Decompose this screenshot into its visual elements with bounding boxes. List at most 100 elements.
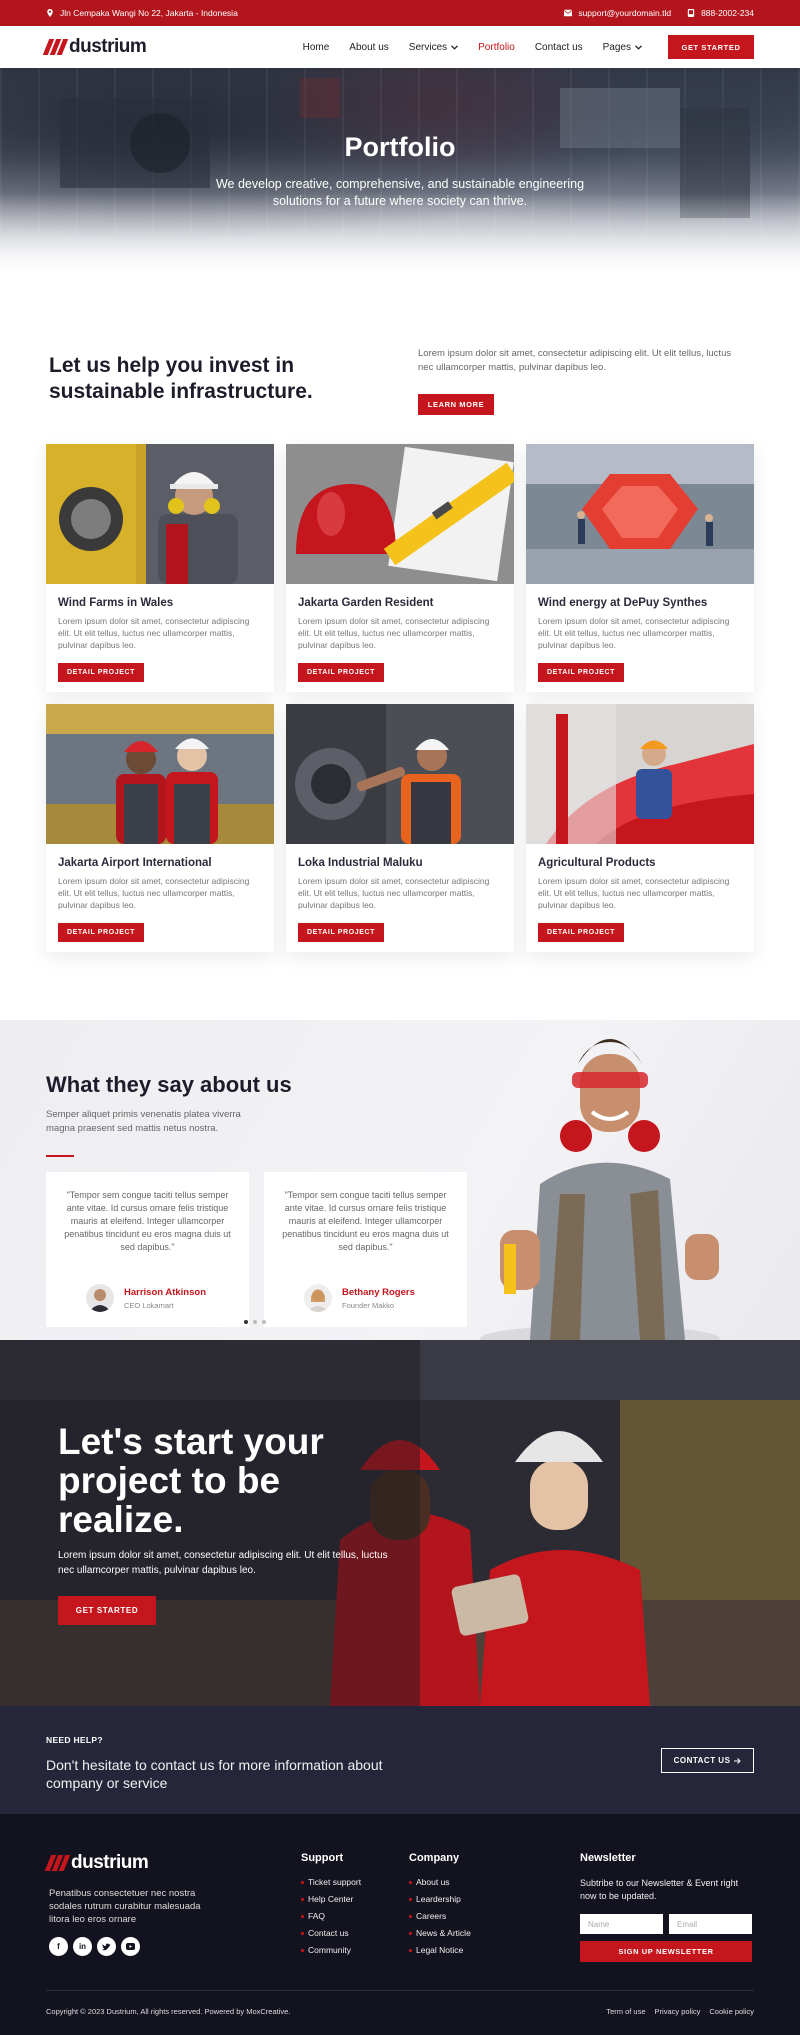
project-card[interactable]: Loka Industrial Maluku Lorem ipsum dolor… <box>286 704 514 952</box>
footer-link[interactable]: FAQ <box>301 1911 361 1921</box>
cookie-policy-link[interactable]: Cookie policy <box>709 2007 754 2016</box>
email-field[interactable]: Email <box>669 1914 752 1934</box>
nav-item-home[interactable]: Home <box>303 42 330 53</box>
phone-icon <box>687 9 695 17</box>
intro-text: Lorem ipsum dolor sit amet, consectetur … <box>418 348 732 373</box>
project-image <box>286 444 514 584</box>
nav-item-services[interactable]: Services <box>409 42 459 53</box>
logo-mark-icon <box>44 1855 71 1871</box>
testimonial-quote: "Tempor sem congue taciti tellus semper … <box>64 1190 231 1252</box>
main-navbar: dustrium Home About us Services Portfoli… <box>0 26 800 68</box>
term-of-use-link[interactable]: Term of use <box>606 2007 645 2016</box>
get-started-button[interactable]: GET STARTED <box>668 35 754 59</box>
project-title: Agricultural Products <box>538 857 656 869</box>
project-description: Lorem ipsum dolor sit amet, consectetur … <box>538 876 730 910</box>
phone-text[interactable]: 888-2002-234 <box>701 8 754 18</box>
footer-link[interactable]: Help Center <box>301 1894 361 1904</box>
contact-us-button[interactable]: CONTACT US <box>661 1748 754 1773</box>
footer-link[interactable]: News & Article <box>409 1928 471 1938</box>
carousel-dot[interactable] <box>244 1320 248 1324</box>
project-card[interactable]: Jakarta Garden Resident Lorem ipsum dolo… <box>286 444 514 692</box>
name-field[interactable]: Name <box>580 1914 663 1934</box>
footer-link[interactable]: About us <box>409 1877 471 1887</box>
detail-project-button[interactable]: DETAIL PROJECT <box>298 663 384 682</box>
author-role: CEO Lokamart <box>124 1300 174 1310</box>
need-help-section: NEED HELP? Don't hesitate to contact us … <box>0 1706 800 1814</box>
detail-project-button[interactable]: DETAIL PROJECT <box>298 923 384 942</box>
project-description: Lorem ipsum dolor sit amet, consectetur … <box>58 616 250 650</box>
contact-us-label: CONTACT US <box>673 1756 731 1765</box>
detail-project-button[interactable]: DETAIL PROJECT <box>538 923 624 942</box>
footer-link[interactable]: Careers <box>409 1911 471 1921</box>
project-description: Lorem ipsum dolor sit amet, consectetur … <box>538 616 730 650</box>
newsletter-column: Newsletter Subtribe to our Newsletter & … <box>580 1852 752 1962</box>
testimonial-card: "Tempor sem congue taciti tellus semper … <box>264 1172 467 1327</box>
project-description: Lorem ipsum dolor sit amet, consectetur … <box>298 616 490 650</box>
project-title: Jakarta Airport International <box>58 857 212 869</box>
footer-company-column: Company About us Leardership Careers New… <box>409 1852 471 1962</box>
nav-item-contact-us[interactable]: Contact us <box>535 42 583 53</box>
detail-project-button[interactable]: DETAIL PROJECT <box>538 663 624 682</box>
phone-info[interactable]: 888-2002-234 <box>687 8 754 18</box>
facebook-icon[interactable]: f <box>49 1937 68 1956</box>
project-card[interactable]: Agricultural Products Lorem ipsum dolor … <box>526 704 754 952</box>
footer-brand-name: dustrium <box>71 1852 149 1873</box>
envelope-icon <box>564 9 573 17</box>
footer-link[interactable]: Contact us <box>301 1928 361 1938</box>
footer-link[interactable]: Leardership <box>409 1894 471 1904</box>
carousel-dot[interactable] <box>262 1320 266 1324</box>
author-name: Harrison Atkinson <box>124 1286 206 1298</box>
email-info[interactable]: support@yourdomain.tld <box>564 8 671 18</box>
privacy-policy-link[interactable]: Privacy policy <box>655 2007 701 2016</box>
copyright-text: Copyright © 2023 Dustrium, All rights re… <box>46 2007 291 2016</box>
footer-link[interactable]: Legal Notice <box>409 1945 471 1955</box>
author-role: Founder Makko <box>342 1300 395 1310</box>
intro-section: Let us help you invest in sustainable in… <box>0 273 800 433</box>
newsletter-text: Subtribe to our Newsletter & Event right… <box>580 1878 739 1901</box>
nav-item-pages[interactable]: Pages <box>603 42 642 53</box>
page-hero: Portfolio We develop creative, comprehen… <box>0 68 800 273</box>
brand-logo[interactable]: dustrium <box>42 36 147 58</box>
project-title: Jakarta Garden Resident <box>298 597 434 609</box>
newsletter-title: Newsletter <box>580 1852 636 1864</box>
testimonials-heading: What they say about us <box>46 1072 292 1097</box>
project-card[interactable]: Jakarta Airport International Lorem ipsu… <box>46 704 274 952</box>
youtube-icon[interactable] <box>121 1937 140 1956</box>
testimonial-author: Bethany Rogers Founder Makko <box>304 1284 415 1312</box>
carousel-dot[interactable] <box>253 1320 257 1324</box>
address-text: Jln Cempaka Wangi No 22, Jakarta - Indon… <box>60 8 238 18</box>
company-title: Company <box>409 1852 460 1864</box>
email-text[interactable]: support@yourdomain.tld <box>578 8 671 18</box>
nav-item-about-us[interactable]: About us <box>349 42 388 53</box>
learn-more-button[interactable]: LEARN MORE <box>418 394 494 415</box>
detail-project-button[interactable]: DETAIL PROJECT <box>58 663 144 682</box>
cta-get-started-button[interactable]: GET STARTED <box>58 1596 156 1625</box>
project-image <box>526 704 754 844</box>
project-title: Loka Industrial Maluku <box>298 857 423 869</box>
linkedin-icon[interactable]: in <box>73 1937 92 1956</box>
testimonial-card: "Tempor sem congue taciti tellus semper … <box>46 1172 249 1327</box>
footer-logo[interactable]: dustrium <box>44 1852 149 1874</box>
cta-section: Let's start your project to be realize. … <box>0 1340 800 1706</box>
hero-subtitle: We develop creative, comprehensive, and … <box>215 177 585 208</box>
arrow-right-icon <box>734 1757 742 1764</box>
twitter-icon[interactable] <box>97 1937 116 1956</box>
address-info: Jln Cempaka Wangi No 22, Jakarta - Indon… <box>46 8 238 18</box>
avatar <box>86 1284 114 1312</box>
footer-support-column: Support Ticket support Help Center FAQ C… <box>301 1852 361 1962</box>
author-name: Bethany Rogers <box>342 1286 415 1298</box>
logo-mark-icon <box>42 39 69 55</box>
project-card[interactable]: Wind Farms in Wales Lorem ipsum dolor si… <box>46 444 274 692</box>
nav-item-pages-label: Pages <box>602 41 631 53</box>
nav-item-portfolio[interactable]: Portfolio <box>478 42 515 53</box>
footer-link[interactable]: Community <box>301 1945 361 1955</box>
project-card[interactable]: Wind energy at DePuy Synthes Lorem ipsum… <box>526 444 754 692</box>
testimonial-author: Harrison Atkinson CEO Lokamart <box>86 1284 206 1312</box>
cta-text: Lorem ipsum dolor sit amet, consectetur … <box>58 1550 388 1576</box>
top-bar: Jln Cempaka Wangi No 22, Jakarta - Indon… <box>0 0 800 26</box>
footer-link[interactable]: Ticket support <box>301 1877 361 1887</box>
project-image <box>46 444 274 584</box>
project-image <box>46 704 274 844</box>
detail-project-button[interactable]: DETAIL PROJECT <box>58 923 144 942</box>
sign-up-newsletter-button[interactable]: SIGN UP NEWSLETTER <box>580 1941 752 1962</box>
